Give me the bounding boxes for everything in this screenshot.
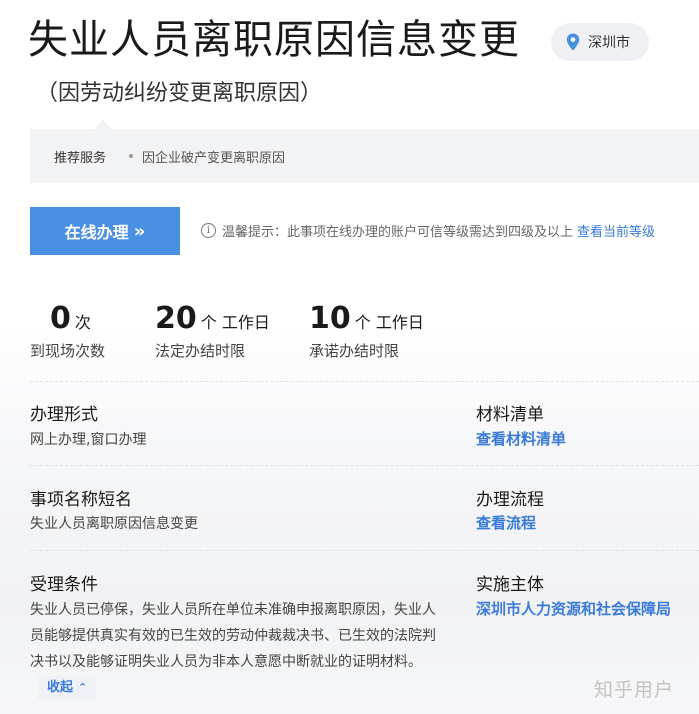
- collapse-label: 收起: [47, 680, 74, 695]
- stat-number: 10: [309, 301, 351, 336]
- tip-text: 温馨提示：此事项在线办理的账户可信等级需达到四级及以上: [222, 225, 574, 240]
- city-label: 深圳市: [588, 35, 630, 51]
- view-process-link[interactable]: 查看流程: [476, 512, 536, 533]
- page-title: 失业人员离职原因信息变更: [28, 17, 520, 63]
- stat-desc: 到现场次数: [30, 342, 106, 360]
- stat-visits: 0次 到现场次数: [30, 300, 105, 361]
- recommend-notch: [94, 120, 112, 129]
- stat-legal-limit: 20 个 工作日 法定办结时限: [155, 300, 270, 361]
- view-level-link[interactable]: 查看当前等级: [577, 221, 655, 240]
- field-short-name-value: 失业人员离职原因信息变更: [30, 516, 198, 532]
- stat-unit: 次: [74, 313, 91, 332]
- bullet-dot: [129, 154, 133, 158]
- chevron-up-icon: ⌃: [78, 681, 88, 694]
- city-selector[interactable]: 深圳市: [551, 23, 649, 61]
- divider: [30, 465, 699, 466]
- stat-unit: 个 工作日: [200, 313, 270, 332]
- stat-number: 0: [50, 301, 71, 336]
- online-apply-button[interactable]: 在线办理 »: [30, 207, 180, 255]
- online-apply-label: 在线办理: [64, 223, 129, 242]
- page-subtitle: （因劳动纠纷变更离职原因）: [36, 81, 323, 106]
- stat-unit: 个 工作日: [354, 313, 424, 332]
- recommend-item-link[interactable]: 因企业破产变更离职原因: [142, 147, 285, 166]
- location-pin-icon: [566, 33, 580, 51]
- view-materials-link[interactable]: 查看材料清单: [476, 428, 566, 449]
- collapse-button[interactable]: 收起 ⌃: [38, 676, 97, 700]
- stat-desc: 承诺办结时限: [309, 342, 400, 360]
- info-icon: i: [201, 223, 216, 238]
- field-authority-title: 实施主体: [476, 575, 544, 595]
- divider: [30, 381, 699, 382]
- field-form-title: 办理形式: [30, 405, 98, 425]
- field-conditions-value: 失业人员已停保，失业人员所在单位未准确申报离职原因，失业人员能够提供真实有效的已…: [30, 597, 440, 701]
- watermark: 知乎用户: [594, 679, 675, 701]
- recommend-label: 推荐服务: [54, 151, 107, 166]
- stat-promised-limit: 10 个 工作日 承诺办结时限: [309, 300, 424, 361]
- field-form-value: 网上办理,窗口办理: [30, 432, 147, 448]
- authority-link[interactable]: 深圳市人力资源和社会保障局: [476, 598, 671, 619]
- warm-tip: i 温馨提示：此事项在线办理的账户可信等级需达到四级及以上 查看当前等级: [201, 221, 655, 240]
- double-chevron-right-icon: »: [133, 220, 146, 242]
- field-materials-title: 材料清单: [476, 405, 544, 425]
- divider: [30, 550, 699, 551]
- field-process-title: 办理流程: [476, 490, 544, 510]
- field-conditions-title: 受理条件: [30, 575, 98, 595]
- conditions-text: 失业人员已停保，失业人员所在单位未准确申报离职原因，失业人员能够提供真实有效的已…: [30, 602, 436, 670]
- field-short-name-title: 事项名称短名: [30, 490, 132, 510]
- recommend-bar: 推荐服务 因企业破产变更离职原因: [30, 120, 699, 183]
- stat-number: 20: [155, 301, 197, 336]
- stat-desc: 法定办结时限: [155, 342, 246, 360]
